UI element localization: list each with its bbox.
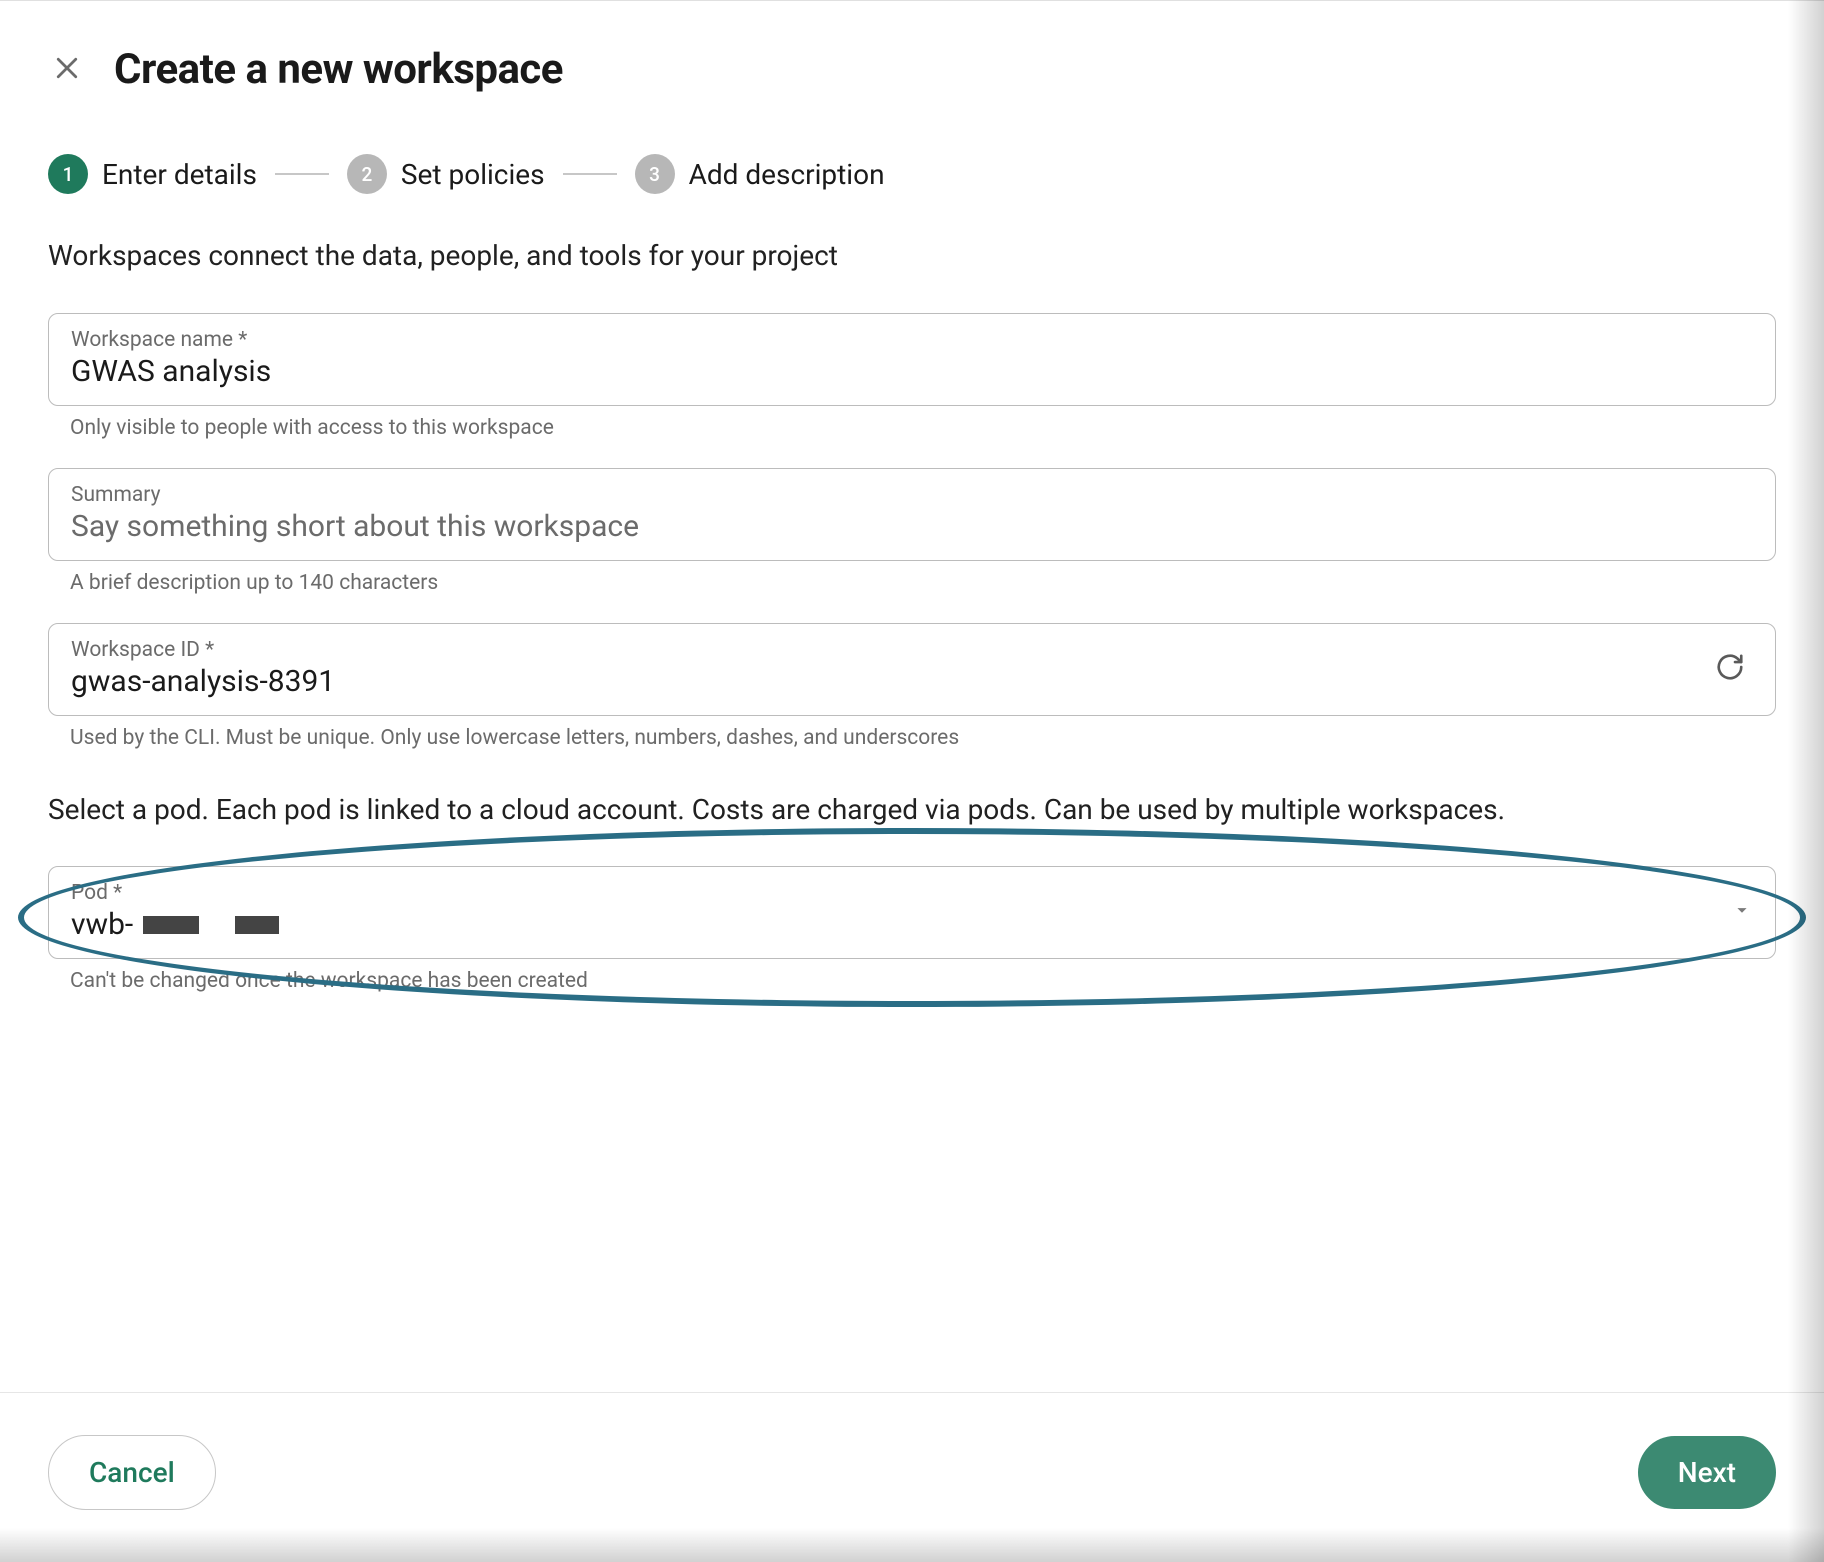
step-label: Set policies [401, 158, 545, 191]
summary-input[interactable] [71, 509, 1753, 544]
summary-hint: A brief description up to 140 characters [48, 571, 1776, 595]
step-badge: 3 [635, 154, 675, 194]
chevron-down-icon [1731, 899, 1753, 925]
pod-value: vwb- [71, 907, 279, 942]
pod-section: Pod * vwb- Can't be changed once the wor… [48, 866, 1776, 993]
step-add-description[interactable]: 3 Add description [635, 154, 885, 194]
step-label: Enter details [102, 158, 257, 191]
pod-label: Pod * [71, 881, 279, 905]
cancel-button[interactable]: Cancel [48, 1435, 216, 1510]
pod-value-prefix: vwb- [71, 907, 133, 942]
step-enter-details[interactable]: 1 Enter details [48, 154, 257, 194]
next-button[interactable]: Next [1638, 1436, 1776, 1509]
close-icon [52, 53, 82, 86]
workspace-name-group: Workspace name * Only visible to people … [48, 313, 1776, 440]
create-workspace-modal: Create a new workspace 1 Enter details 2… [0, 0, 1824, 1562]
step-badge: 2 [347, 154, 387, 194]
step-connector [275, 173, 329, 175]
modal-header: Create a new workspace [0, 1, 1824, 114]
workspace-id-hint: Used by the CLI. Must be unique. Only us… [48, 726, 1776, 750]
pod-dropdown[interactable]: Pod * vwb- [48, 866, 1776, 959]
workspace-id-label: Workspace ID * [71, 638, 1691, 662]
regenerate-id-button[interactable] [1707, 644, 1753, 693]
summary-group: Summary A brief description up to 140 ch… [48, 468, 1776, 595]
stepper: 1 Enter details 2 Set policies 3 Add des… [0, 114, 1824, 194]
redacted-text [143, 916, 199, 934]
workspace-name-field[interactable]: Workspace name * [48, 313, 1776, 406]
refresh-icon [1715, 652, 1745, 685]
pod-intro: Select a pod. Each pod is linked to a cl… [48, 790, 1776, 831]
redacted-text [235, 916, 279, 934]
workspace-name-label: Workspace name * [71, 328, 1753, 352]
step-badge: 1 [48, 154, 88, 194]
modal-title: Create a new workspace [114, 45, 563, 94]
step-set-policies[interactable]: 2 Set policies [347, 154, 545, 194]
workspace-name-hint: Only visible to people with access to th… [48, 416, 1776, 440]
workspace-id-field[interactable]: Workspace ID * [48, 623, 1776, 716]
step-label: Add description [689, 158, 885, 191]
workspace-id-input[interactable] [71, 664, 1691, 699]
close-button[interactable] [48, 49, 86, 90]
details-intro: Workspaces connect the data, people, and… [48, 236, 1776, 277]
summary-label: Summary [71, 483, 1753, 507]
workspace-id-group: Workspace ID * Used by the CLI. Must be … [48, 623, 1776, 750]
modal-content: Workspaces connect the data, people, and… [0, 194, 1824, 1392]
step-connector [563, 173, 617, 175]
workspace-name-input[interactable] [71, 354, 1753, 389]
pod-hint: Can't be changed once the workspace has … [48, 969, 1776, 993]
modal-footer: Cancel Next [0, 1392, 1824, 1562]
summary-field[interactable]: Summary [48, 468, 1776, 561]
